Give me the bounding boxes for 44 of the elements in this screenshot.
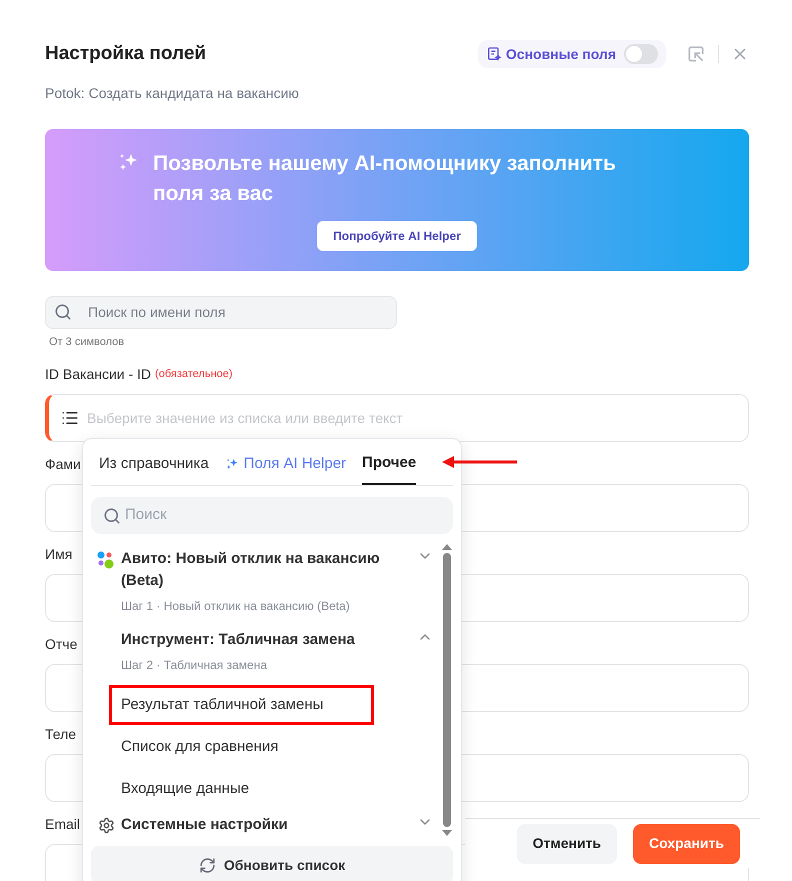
field-label: Email [45,814,80,834]
banner-title: Позвольте нашему AI-помощнику заполнить поля за вас [153,150,617,206]
group-subtitle: Шаг 1 · Новый отклик на вакансию (Beta) [121,598,351,615]
list-item[interactable]: Результат табличной замены [121,694,324,716]
scrollbar[interactable] [441,544,453,836]
toggle-switch[interactable] [624,44,658,64]
search-icon [103,506,121,524]
refresh-icon [198,856,216,874]
search-placeholder: Поиск [125,505,167,526]
cancel-button[interactable]: Отменить [516,824,618,864]
dropdown-tab[interactable]: Поля AI Helper [224,449,346,485]
field-label: Отче [45,634,78,654]
main-fields-label: Основные поля [506,44,616,64]
colored-dots-icon [97,551,115,569]
search-placeholder: Поиск по имени поля [88,302,226,322]
group-title[interactable]: Инструмент: Табличная замена [121,629,409,651]
settings-icon [98,817,114,834]
field-label: ID Вакансии - ID [45,364,152,384]
dropdown-tab[interactable]: Из справочника [99,449,209,485]
refresh-list-button[interactable]: Обновить список [91,846,453,881]
scroll-down-arrow-icon[interactable] [442,830,452,836]
main-fields-pill[interactable]: Основные поля [478,40,666,68]
list-item[interactable]: Список для сравнения [121,736,278,758]
field-placeholder: Выберите значение из списка или введите текст [87,408,403,428]
arrow-box-icon[interactable] [686,44,706,64]
sparkle-icon [224,456,240,472]
search-icon [54,303,72,321]
group-subtitle: Шаг 2 · Табличная замена [121,657,268,674]
search-hint: От 3 символов [49,334,126,350]
search-field[interactable]: Поиск по имени поля [45,296,397,328]
list-item[interactable]: Входящие данные [121,778,250,800]
required-note: (обязательное) [155,366,233,382]
dialog-subtitle: Potok: Создать кандидата на вакансию [45,84,300,103]
list-icon [61,409,79,427]
field-label: Фами [45,454,81,474]
field-label: Теле [45,724,76,744]
dropdown-tab[interactable]: Прочее [362,449,416,485]
dialog-title: Настройка полей [45,42,206,66]
scroll-up-arrow-icon[interactable] [442,544,452,550]
form-sparkle-icon [486,46,502,62]
group-title[interactable]: Авито: Новый отклик на вакансию (Beta) [121,548,409,592]
ai-helper-button[interactable]: Попробуйте AI Helper [317,220,477,250]
field-label: Имя [45,544,72,564]
group-title[interactable]: Системные настройки [121,814,409,836]
